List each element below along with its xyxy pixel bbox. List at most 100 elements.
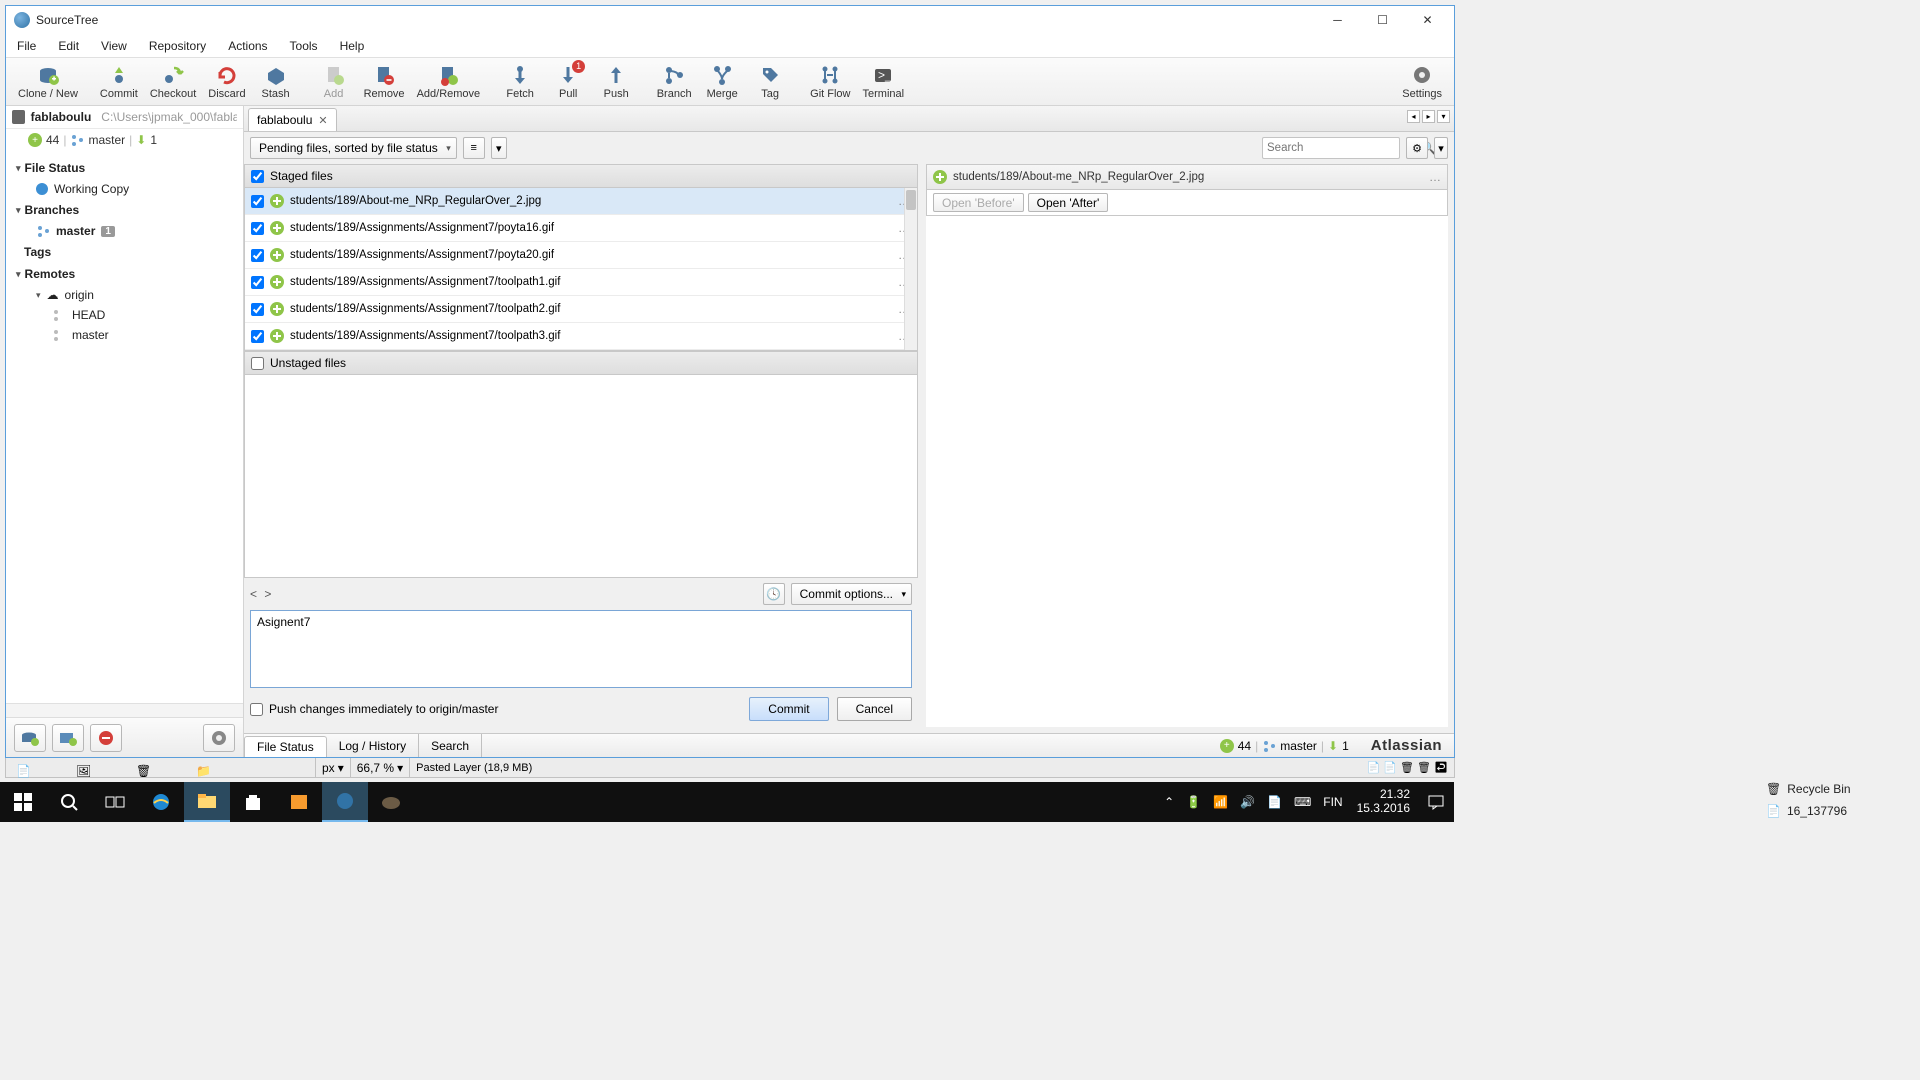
remove-button[interactable]: Remove [358, 62, 411, 102]
push-button[interactable]: Push [592, 62, 640, 102]
action-center-icon[interactable] [1418, 782, 1454, 822]
branch-button[interactable]: Branch [650, 62, 698, 102]
gimp-button[interactable] [368, 782, 414, 822]
footer-tab-search[interactable]: Search [419, 734, 482, 757]
repo-tab[interactable]: fablaboulu✕ [248, 108, 337, 131]
explorer-button[interactable] [184, 782, 230, 822]
tree-tags[interactable]: Tags [6, 241, 243, 263]
add-button[interactable]: Add [310, 62, 358, 102]
diff-settings-menu[interactable]: ▾ [1434, 137, 1448, 159]
unstaged-checkall[interactable] [251, 357, 264, 370]
open-before-button[interactable]: Open 'Before' [933, 193, 1024, 212]
push-immediate-check[interactable]: Push changes immediately to origin/maste… [250, 702, 498, 716]
open-after-button[interactable]: Open 'After' [1028, 193, 1109, 212]
tree-branches[interactable]: ▾Branches [6, 199, 243, 221]
tab-next[interactable]: ▸ [1422, 110, 1435, 123]
discard-button[interactable]: Discard [202, 62, 251, 102]
menu-repository[interactable]: Repository [138, 34, 217, 57]
view-dropdown-icon[interactable]: ▾ [491, 137, 507, 159]
search-box[interactable]: 🔍 [1262, 137, 1400, 159]
zoom-dropdown[interactable]: 66,7 %▾ [351, 758, 410, 777]
history-icon[interactable]: 🕓 [763, 583, 785, 605]
clock[interactable]: 21.32 15.3.2016 [1349, 788, 1418, 816]
diff-menu[interactable]: … [1429, 170, 1441, 184]
tag-button[interactable]: Tag [746, 62, 794, 102]
file-row[interactable]: students/189/Assignments/Assignment7/too… [245, 269, 917, 296]
unstaged-header[interactable]: Unstaged files [244, 351, 918, 375]
file-row[interactable]: students/189/Assignments/Assignment7/too… [245, 323, 917, 350]
gitflow-button[interactable]: Git Flow [804, 62, 856, 102]
cancel-button[interactable]: Cancel [837, 697, 912, 721]
commit-options-dropdown[interactable]: Commit options... [791, 583, 912, 605]
tab-prev[interactable]: ◂ [1407, 110, 1420, 123]
side-tool-1[interactable] [14, 724, 46, 752]
bookmark-bar[interactable]: fablaboulu C:\Users\jpmak_000\fablabc [6, 106, 243, 129]
store-button[interactable] [230, 782, 276, 822]
commit-message-input[interactable] [250, 610, 912, 688]
menu-file[interactable]: File [6, 34, 47, 57]
pull-button[interactable]: 1Pull [544, 62, 592, 102]
file-row[interactable]: students/189/Assignments/Assignment7/too… [245, 296, 917, 323]
tree-remotes[interactable]: ▾Remotes [6, 263, 243, 285]
tray-up-icon[interactable]: ⌃ [1164, 795, 1174, 809]
merge-button[interactable]: Merge [698, 62, 746, 102]
desktop-file[interactable]: 📄 16_137796 [1766, 800, 1916, 822]
close-button[interactable]: ✕ [1405, 9, 1450, 31]
addremove-button[interactable]: Add/Remove [411, 62, 487, 102]
menu-edit[interactable]: Edit [47, 34, 90, 57]
menu-tools[interactable]: Tools [279, 34, 329, 57]
commit-submit-button[interactable]: Commit [749, 697, 828, 721]
menu-actions[interactable]: Actions [217, 34, 278, 57]
sourcetree-button[interactable] [322, 782, 368, 822]
tree-branch-master[interactable]: master1 [6, 221, 243, 241]
tab-list[interactable]: ▾ [1437, 110, 1450, 123]
desktop-recycle[interactable]: 🗑 Recycle Bin [1766, 778, 1916, 800]
tree-remote-head[interactable]: HEAD [6, 305, 243, 325]
staged-checkall[interactable] [251, 170, 264, 183]
menu-view[interactable]: View [90, 34, 138, 57]
commit-button[interactable]: Commit [94, 62, 144, 102]
lang-indicator[interactable]: FIN [1323, 795, 1342, 809]
minimize-button[interactable]: ─ [1315, 9, 1360, 31]
ie-button[interactable] [138, 782, 184, 822]
file-row[interactable]: students/189/Assignments/Assignment7/poy… [245, 242, 917, 269]
notes-icon[interactable]: 📄 [1267, 795, 1282, 809]
sidebar-scrollbar[interactable] [6, 703, 243, 717]
view-list-icon[interactable]: ≡ [463, 137, 485, 159]
diff-settings[interactable]: ⚙ [1406, 137, 1428, 159]
tree-remote-origin[interactable]: ▾☁origin [6, 285, 243, 305]
search-button[interactable] [46, 782, 92, 822]
file-row[interactable]: students/189/About-me_NRp_RegularOver_2.… [245, 188, 917, 215]
file-row[interactable]: students/189/Assignments/Assignment7/poy… [245, 215, 917, 242]
pending-filter-dropdown[interactable]: Pending files, sorted by file status [250, 137, 457, 159]
clone-button[interactable]: Clone / New [12, 62, 84, 102]
start-button[interactable] [0, 782, 46, 822]
stash-button[interactable]: Stash [252, 62, 300, 102]
maximize-button[interactable]: ☐ [1360, 9, 1405, 31]
footer-tab-log[interactable]: Log / History [327, 734, 419, 757]
staged-header[interactable]: Staged files [244, 164, 918, 188]
keyboard-icon[interactable]: ⌨ [1294, 795, 1311, 809]
menu-help[interactable]: Help [329, 34, 376, 57]
staged-scrollbar[interactable] [904, 188, 917, 350]
tree-working-copy[interactable]: Working Copy [6, 179, 243, 199]
close-tab-icon[interactable]: ✕ [318, 114, 327, 127]
checkout-button[interactable]: Checkout [144, 62, 202, 102]
terminal-button[interactable]: >_Terminal [857, 62, 911, 102]
unit-dropdown[interactable]: px▾ [316, 758, 351, 777]
fetch-button[interactable]: Fetch [496, 62, 544, 102]
outlook-button[interactable] [276, 782, 322, 822]
taskview-button[interactable] [92, 782, 138, 822]
settings-button[interactable]: Settings [1396, 62, 1448, 102]
search-input[interactable] [1267, 142, 1421, 154]
angle-brackets[interactable]: < > [250, 587, 273, 601]
battery-icon[interactable]: 🔋 [1186, 795, 1201, 809]
side-tool-3[interactable] [90, 724, 122, 752]
tree-remote-master[interactable]: master [6, 325, 243, 345]
side-tool-settings[interactable] [203, 724, 235, 752]
wifi-icon[interactable]: 📶 [1213, 795, 1228, 809]
footer-tab-filestatus[interactable]: File Status [244, 736, 327, 757]
tree-file-status[interactable]: ▾File Status [6, 157, 243, 179]
side-tool-2[interactable] [52, 724, 84, 752]
volume-icon[interactable]: 🔊 [1240, 795, 1255, 809]
